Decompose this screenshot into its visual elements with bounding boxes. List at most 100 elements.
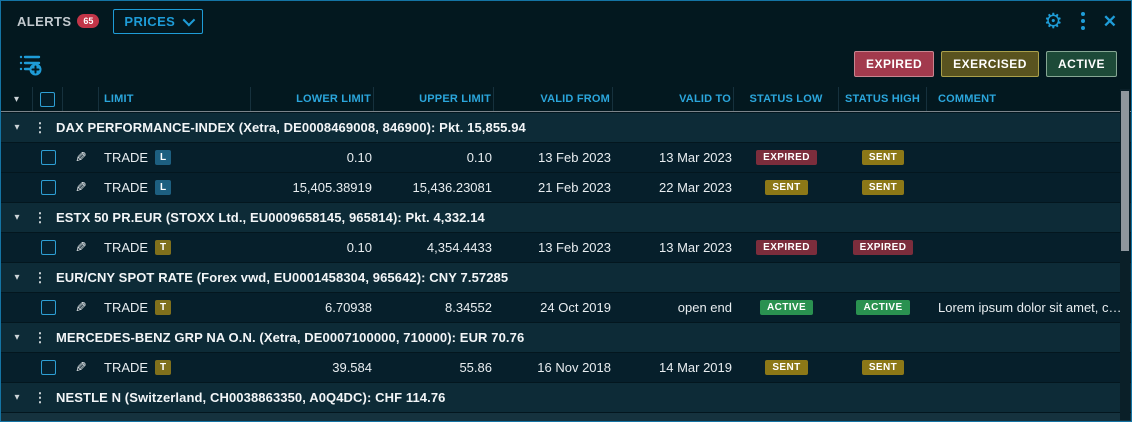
row-checkbox[interactable] xyxy=(41,240,56,255)
status-low-badge: ACTIVE xyxy=(760,300,813,315)
page-title: ALERTS xyxy=(17,14,71,29)
column-header-status-low[interactable]: STATUS LOW xyxy=(734,87,839,111)
valid-from-cell: 21 Feb 2023 xyxy=(494,173,613,202)
collapse-group-icon[interactable]: ▾ xyxy=(1,272,33,283)
column-header-valid-to[interactable]: VALID TO xyxy=(613,87,734,111)
row-checkbox[interactable] xyxy=(41,300,56,315)
filter-button-expired[interactable]: EXPIRED xyxy=(854,51,934,77)
status-high-cell: SENT xyxy=(839,143,927,172)
alerts-table: ▾ LIMIT LOWER LIMIT UPPER LIMIT VALID FR… xyxy=(1,87,1131,422)
comment-cell xyxy=(927,173,1131,202)
lower-limit-cell: 0.10 xyxy=(251,143,374,172)
valid-to-cell: 13 Mar 2023 xyxy=(613,233,734,262)
column-header-limit[interactable]: LIMIT xyxy=(99,87,251,111)
add-alert-list-icon[interactable] xyxy=(17,51,43,77)
expand-all-icon: ▾ xyxy=(14,94,19,105)
row-spacer xyxy=(1,233,33,262)
upper-limit-cell: 15,436.23081 xyxy=(374,173,494,202)
status-high-cell: EXPIRED xyxy=(839,233,927,262)
status-high-badge: SENT xyxy=(862,150,904,165)
status-low-cell: EXPIRED xyxy=(734,143,839,172)
table-body: ▾⋮DAX PERFORMANCE-INDEX (Xetra, DE000846… xyxy=(1,112,1131,412)
group-kebab-icon[interactable]: ⋮ xyxy=(33,270,47,286)
table-row: ✎TRADET6.709388.3455224 Oct 2019open end… xyxy=(1,292,1131,322)
row-checkbox[interactable] xyxy=(41,150,56,165)
limit-type-label: TRADE xyxy=(104,240,148,255)
row-checkbox[interactable] xyxy=(41,180,56,195)
valid-from-cell: 24 Oct 2019 xyxy=(494,293,613,322)
upper-limit-cell: 4,354.4433 xyxy=(374,233,494,262)
limit-type-label: TRADE xyxy=(104,300,148,315)
column-header-upper-limit[interactable]: UPPER LIMIT xyxy=(374,87,494,111)
valid-from-cell: 13 Feb 2023 xyxy=(494,143,613,172)
valid-from-cell: 16 Nov 2018 xyxy=(494,353,613,382)
group-title: NESTLE N (Switzerland, CH0038863350, A0Q… xyxy=(56,390,445,405)
group-row[interactable]: ▾⋮ DAX PERFORMANCE-INDEX (Xetra, DE000846… xyxy=(1,112,1131,142)
row-edit-cell: ✎ xyxy=(63,293,99,322)
status-high-badge: ACTIVE xyxy=(856,300,909,315)
group-title: EUR/CNY SPOT RATE (Forex vwd, EU00014583… xyxy=(56,270,508,285)
limit-type-label: TRADE xyxy=(104,150,148,165)
vertical-scrollbar[interactable] xyxy=(1120,89,1130,420)
valid-to-cell: 22 Mar 2023 xyxy=(613,173,734,202)
limit-tag-badge: T xyxy=(155,240,171,255)
collapse-group-icon[interactable]: ▾ xyxy=(1,332,33,343)
comment-cell xyxy=(927,143,1131,172)
status-low-badge: EXPIRED xyxy=(756,240,817,255)
status-high-badge: EXPIRED xyxy=(853,240,914,255)
row-spacer xyxy=(1,293,33,322)
group-title: DAX PERFORMANCE-INDEX (Xetra, DE00084690… xyxy=(56,120,526,135)
edit-pencil-icon[interactable]: ✎ xyxy=(75,239,87,256)
group-kebab-icon[interactable]: ⋮ xyxy=(33,330,47,346)
comment-cell: Lorem ipsum dolor sit amet, c… xyxy=(927,293,1131,322)
select-all-header[interactable] xyxy=(33,87,63,111)
kebab-menu-icon[interactable] xyxy=(1079,10,1087,32)
row-checkbox-cell xyxy=(33,353,63,382)
expand-all-header[interactable]: ▾ xyxy=(1,87,33,111)
table-row: ✎TRADEL15,405.3891915,436.2308121 Feb 20… xyxy=(1,172,1131,202)
group-row[interactable]: ▾⋮ EUR/CNY SPOT RATE (Forex vwd, EU000145… xyxy=(1,262,1131,292)
alerts-window: ALERTS 65 PRICES ⚙ ✕ xyxy=(0,0,1132,422)
edit-pencil-icon[interactable]: ✎ xyxy=(75,299,87,316)
row-edit-cell: ✎ xyxy=(63,353,99,382)
column-header-valid-from[interactable]: VALID FROM xyxy=(494,87,613,111)
edit-pencil-icon[interactable]: ✎ xyxy=(75,149,87,166)
alert-count-badge: 65 xyxy=(77,14,99,28)
limit-cell: TRADEL xyxy=(99,173,251,202)
group-row[interactable]: ▾⋮ NESTLE N (Switzerland, CH0038863350, A… xyxy=(1,382,1131,412)
filter-button-active[interactable]: ACTIVE xyxy=(1046,51,1117,77)
collapse-group-icon[interactable]: ▾ xyxy=(1,212,33,223)
edit-column-header xyxy=(63,87,99,111)
close-icon[interactable]: ✕ xyxy=(1103,13,1117,30)
limit-tag-badge: T xyxy=(155,300,171,315)
upper-limit-cell: 0.10 xyxy=(374,143,494,172)
filter-button-exercised[interactable]: EXERCISED xyxy=(941,51,1039,77)
edit-pencil-icon[interactable]: ✎ xyxy=(75,179,87,196)
group-kebab-icon[interactable]: ⋮ xyxy=(33,390,47,406)
group-row[interactable]: ▾⋮ESTX 50 PR.EUR (STOXX Ltd., EU00096581… xyxy=(1,202,1131,232)
group-kebab-icon[interactable]: ⋮ xyxy=(33,210,47,226)
collapse-group-icon[interactable]: ▾ xyxy=(1,392,33,403)
view-selector-dropdown[interactable]: PRICES xyxy=(113,9,203,34)
group-kebab-icon[interactable]: ⋮ xyxy=(33,120,47,136)
status-filter-group: EXPIRED EXERCISED ACTIVE xyxy=(854,51,1117,77)
column-header-lower-limit[interactable]: LOWER LIMIT xyxy=(251,87,374,111)
column-header-comment[interactable]: COMMENT xyxy=(927,87,1131,111)
edit-pencil-icon[interactable]: ✎ xyxy=(75,359,87,376)
row-spacer xyxy=(1,143,33,172)
scrollbar-thumb[interactable] xyxy=(1121,91,1129,251)
row-checkbox[interactable] xyxy=(41,360,56,375)
status-low-cell: SENT xyxy=(734,353,839,382)
limit-tag-badge: L xyxy=(155,150,171,165)
table-row: ✎TRADEL0.100.1013 Feb 202313 Mar 2023EXP… xyxy=(1,142,1131,172)
gear-icon[interactable]: ⚙ xyxy=(1044,11,1063,32)
status-high-cell: ACTIVE xyxy=(839,293,927,322)
comment-cell xyxy=(927,233,1131,262)
column-header-status-high[interactable]: STATUS HIGH xyxy=(839,87,927,111)
title-bar: ALERTS 65 PRICES ⚙ ✕ xyxy=(1,1,1131,41)
select-all-checkbox[interactable] xyxy=(40,92,55,107)
collapse-group-icon[interactable]: ▾ xyxy=(1,122,33,133)
group-row[interactable]: ▾⋮MERCEDES-BENZ GRP NA O.N. (Xetra, DE00… xyxy=(1,322,1131,352)
status-high-cell: SENT xyxy=(839,353,927,382)
valid-from-cell: 13 Feb 2023 xyxy=(494,233,613,262)
